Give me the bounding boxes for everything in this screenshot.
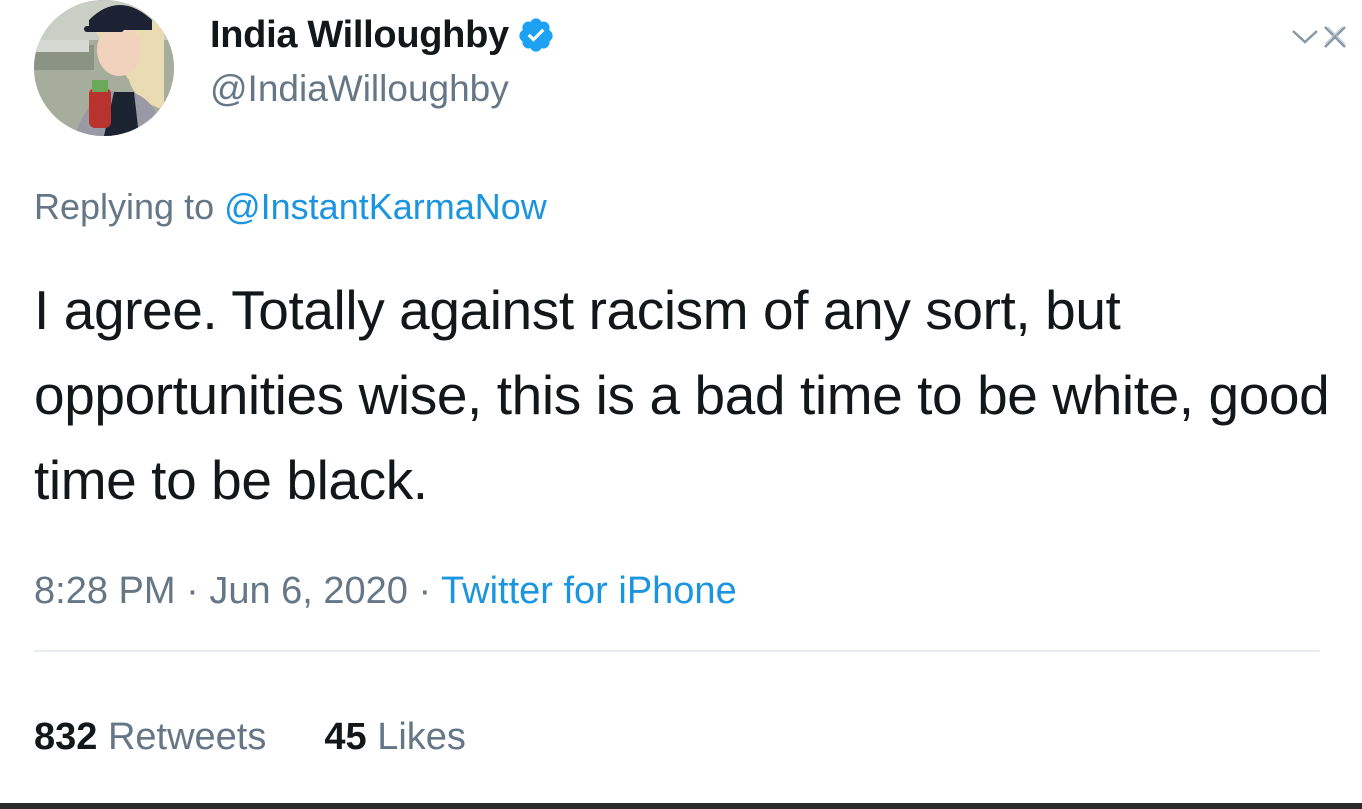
- bottom-bar: [0, 803, 1362, 809]
- avatar-photo: [34, 0, 174, 136]
- retweets-stat[interactable]: 832 Retweets: [34, 716, 266, 759]
- verified-badge-icon: [517, 16, 555, 54]
- meta-separator-2: ·: [407, 570, 442, 612]
- replying-to-label: Replying to: [34, 186, 225, 227]
- likes-count: 45: [324, 716, 367, 758]
- divider: [34, 650, 1320, 652]
- likes-stat[interactable]: 45 Likes: [324, 716, 466, 759]
- chevron-down-icon[interactable]: [1290, 27, 1320, 52]
- retweets-count: 832: [34, 716, 98, 758]
- tweet-stats: 832 Retweets 45 Likes: [34, 716, 524, 759]
- tweet-meta: 8:28 PM · Jun 6, 2020 · Twitter for iPho…: [34, 570, 737, 613]
- tweet-text: I agree. Totally against racism of any s…: [34, 279, 1330, 511]
- tweet-source-link[interactable]: Twitter for iPhone: [441, 570, 737, 612]
- close-icon[interactable]: [1320, 22, 1350, 57]
- tweet-time[interactable]: 8:28 PM: [34, 570, 176, 612]
- tweet-actions-top: [1290, 22, 1350, 57]
- reply-mention-link[interactable]: @InstantKarmaNow: [224, 186, 547, 227]
- meta-separator: ·: [175, 570, 210, 612]
- avatar[interactable]: [34, 0, 174, 136]
- author-name-row: India Willoughby: [210, 10, 555, 60]
- tweet-date[interactable]: Jun 6, 2020: [209, 570, 408, 612]
- tweet-card: India Willoughby @IndiaWilloughby Replyi…: [0, 0, 1362, 803]
- author-display-name[interactable]: India Willoughby: [210, 14, 509, 57]
- replying-to-line: Replying to @InstantKarmaNow: [34, 186, 547, 228]
- author-handle[interactable]: @IndiaWilloughby: [210, 68, 509, 110]
- likes-label: Likes: [366, 716, 466, 758]
- retweets-label: Retweets: [97, 716, 267, 758]
